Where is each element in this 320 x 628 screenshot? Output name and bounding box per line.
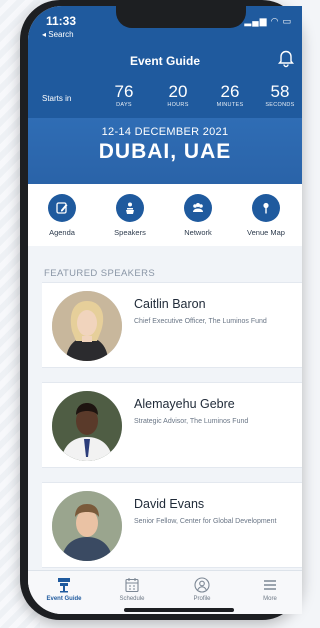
event-city: DUBAI, UAE <box>98 140 232 163</box>
countdown-minutes: 26 MINUTES <box>210 82 250 108</box>
countdown-seconds: 58 SECONDS <box>260 82 300 108</box>
countdown-days: 76 DAYS <box>104 82 144 108</box>
back-to-search-link[interactable]: ◂ Search <box>42 30 74 39</box>
event-hero-banner: 12-14 DECEMBER 2021 DUBAI, UAE <box>28 118 302 184</box>
speaker-avatar <box>52 291 122 361</box>
speaker-name: Caitlin Baron <box>134 297 206 311</box>
quick-links: Agenda Speakers Network Venue Map <box>28 184 302 246</box>
shortcut-agenda[interactable]: Agenda <box>30 194 94 237</box>
menu-icon <box>264 580 276 590</box>
countdown-unit-label: MINUTES <box>216 102 244 108</box>
countdown-unit-label: SECONDS <box>265 102 295 108</box>
speaker-podium-icon <box>116 194 144 222</box>
event-dates: 12-14 DECEMBER 2021 <box>101 126 229 138</box>
countdown-label: Starts in <box>42 94 72 103</box>
countdown-hours: 20 HOURS <box>158 82 198 108</box>
speaker-role: Senior Fellow, Center for Global Develop… <box>134 518 277 525</box>
tab-label: Profile <box>193 596 211 602</box>
tab-label: More <box>263 596 277 602</box>
speaker-card[interactable]: David Evans Senior Fellow, Center for Gl… <box>42 482 302 568</box>
shortcut-label: Venue Map <box>247 228 285 237</box>
countdown-value: 26 <box>220 82 240 101</box>
status-time: 11:33 <box>46 14 77 28</box>
tab-event-guide[interactable]: Event Guide <box>34 577 94 602</box>
speaker-card[interactable]: Caitlin Baron Chief Executive Officer, T… <box>42 282 302 368</box>
shortcut-label: Agenda <box>49 228 75 237</box>
tab-label: Schedule <box>119 596 145 602</box>
status-icons: ▂▄▆ ◠ ▭ <box>244 16 292 26</box>
speaker-avatar <box>52 491 122 561</box>
tab-profile[interactable]: Profile <box>172 577 232 602</box>
tab-schedule[interactable]: Schedule <box>102 577 162 602</box>
speaker-card[interactable]: Alemayehu Gebre Strategic Advisor, The L… <box>42 382 302 468</box>
shortcut-speakers[interactable]: Speakers <box>98 194 162 237</box>
page-title: Event Guide <box>129 54 200 68</box>
app-header: 11:33 ◂ Search ▂▄▆ ◠ ▭ Event Guide Start… <box>28 6 302 184</box>
featured-speakers-section: FEATURED SPEAKERS Caitlin Baron Chief Ex… <box>28 246 302 570</box>
tab-more[interactable]: More <box>240 577 300 602</box>
profile-icon <box>194 577 210 593</box>
speaker-role: Strategic Advisor, The Luminos Fund <box>134 418 249 425</box>
speaker-avatar <box>52 391 122 461</box>
section-title: FEATURED SPEAKERS <box>44 268 156 279</box>
home-indicator <box>124 608 234 612</box>
shortcut-label: Network <box>184 228 212 237</box>
countdown-unit-label: HOURS <box>167 102 189 108</box>
phone-frame: 11:33 ◂ Search ▂▄▆ ◠ ▭ Event Guide Start… <box>20 0 302 620</box>
calendar-icon <box>125 578 139 593</box>
network-icon <box>184 194 212 222</box>
countdown-timer: Starts in 76 DAYS 20 HOURS 26 MINUTES 58… <box>28 82 302 116</box>
countdown-value: 20 <box>168 82 188 101</box>
countdown-unit-label: DAYS <box>116 102 132 108</box>
map-pin-icon <box>252 194 280 222</box>
tab-label: Event Guide <box>46 596 82 602</box>
speaker-name: David Evans <box>134 497 205 511</box>
speaker-role: Chief Executive Officer, The Luminos Fun… <box>134 318 267 325</box>
speaker-name: Alemayehu Gebre <box>134 397 235 411</box>
bell-icon[interactable] <box>278 50 294 68</box>
edit-icon <box>48 194 76 222</box>
shortcut-network[interactable]: Network <box>166 194 230 237</box>
countdown-value: 58 <box>270 82 290 101</box>
shortcut-label: Speakers <box>114 228 146 237</box>
event-guide-icon <box>58 578 70 593</box>
app-screen: 11:33 ◂ Search ▂▄▆ ◠ ▭ Event Guide Start… <box>28 6 302 614</box>
countdown-value: 76 <box>114 82 134 101</box>
shortcut-venue-map[interactable]: Venue Map <box>234 194 298 237</box>
phone-notch <box>116 6 246 28</box>
